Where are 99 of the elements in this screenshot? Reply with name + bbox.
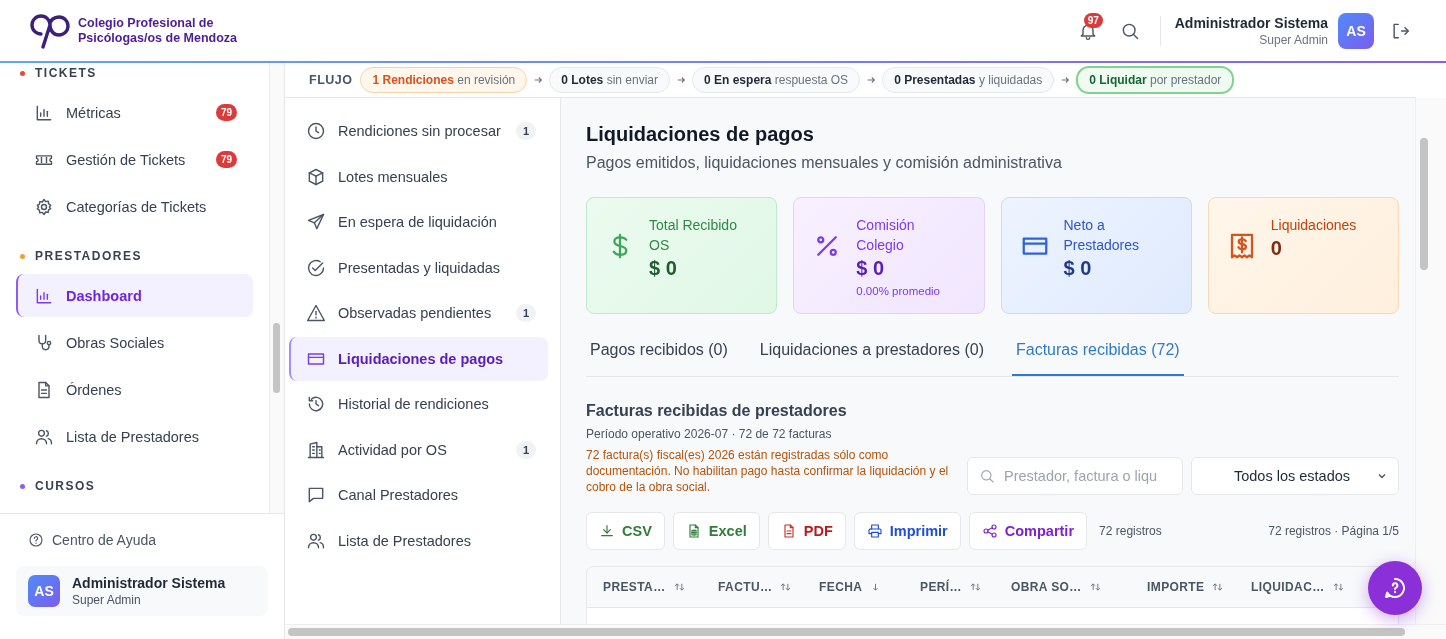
count-badge: 79 <box>215 104 237 121</box>
column-header[interactable]: FECHA <box>819 580 920 594</box>
warning-icon <box>306 303 326 323</box>
page-subtitle: Pagos emitidos, liquidaciones mensuales y comisión administrativa <box>586 154 1063 172</box>
send-icon <box>306 212 326 232</box>
count-badge: 1 <box>515 440 536 459</box>
flow-step[interactable]: 0 Liquidar por prestador <box>1076 66 1235 94</box>
tab[interactable]: Facturas recibidas (72) <box>1012 331 1184 376</box>
building-icon <box>306 439 326 460</box>
pagination-text: 72 registros · Página 1/5 <box>1268 524 1399 538</box>
share-icon <box>981 523 998 539</box>
stat-value: 0 <box>1270 237 1283 260</box>
help-link[interactable]: Centro de Ayuda <box>16 528 169 552</box>
scrollbar-thumb[interactable] <box>273 323 280 393</box>
stat-label: Liquidaciones <box>1270 216 1357 235</box>
user-role: Super Admin <box>72 593 142 607</box>
printer-icon <box>866 523 883 539</box>
stat-label: Comisión Colegio <box>856 216 916 255</box>
subnav-item[interactable]: Presentadas y liquidadas <box>289 245 548 290</box>
subnav-item[interactable]: Lotes mensuales <box>289 154 548 199</box>
user-avatar: AS <box>28 575 60 607</box>
box-icon <box>306 166 326 187</box>
scrollbar-thumb[interactable] <box>288 628 1405 636</box>
sidebar-item[interactable]: Órdenes <box>16 368 253 411</box>
count-badge: 1 <box>515 122 536 140</box>
export-button[interactable]: Excel <box>672 512 760 550</box>
stat-label: Total Recibido OS <box>649 216 738 255</box>
scrollbar-thumb[interactable] <box>1420 138 1428 270</box>
user-avatar[interactable]: AS <box>1338 12 1374 49</box>
user-name: Administrador Sistema <box>72 575 226 591</box>
sidebar-item[interactable]: Dashboard <box>16 274 253 317</box>
check-circle-icon <box>306 257 326 278</box>
sidebar-item[interactable]: Categorías de Tickets <box>16 185 253 228</box>
warning-text: 72 factura(s) fiscal(es) 2026 están registradas sólo como documentación. No habilitan pago hasta confirmar la liquidación y el cobro de la obra social. <box>586 447 950 495</box>
stat-note: 0.00% promedio <box>856 285 941 297</box>
flow-label: FLUJO <box>309 73 353 87</box>
tab[interactable]: Pagos recibidos (0) <box>586 331 732 376</box>
column-header[interactable]: PERÍ… <box>920 580 1011 594</box>
count-badge: 1 <box>515 304 536 322</box>
subnav-item[interactable]: Actividad por OS 1 <box>289 427 548 472</box>
arrow-icon <box>866 75 877 85</box>
search-icon <box>979 468 995 484</box>
column-header[interactable]: IMPORTE <box>1147 580 1251 594</box>
arrow-icon <box>1060 75 1071 85</box>
sidebar-item[interactable]: Métricas 79 <box>16 91 253 134</box>
sidebar-item[interactable]: Obras Sociales <box>16 321 253 364</box>
section-title: Facturas recibidas de prestadores <box>586 402 848 420</box>
export-button[interactable]: CSV <box>586 512 665 550</box>
sidebar-item[interactable]: Gestión de Tickets 79 <box>16 138 253 181</box>
subnav-item[interactable]: Rendiciones sin procesar 1 <box>289 109 548 153</box>
download-icon <box>599 523 615 539</box>
history-icon <box>306 394 326 414</box>
flow-step[interactable]: 0 En espera respuesta OS <box>692 67 861 93</box>
section-title: PRESTADORES <box>35 249 142 263</box>
stat-value: $ 0 <box>1063 257 1093 280</box>
subnav-item[interactable]: En espera de liquidación <box>289 200 548 244</box>
user-card[interactable]: AS Administrador Sistema Super Admin <box>16 566 268 616</box>
subnav-item[interactable]: Canal Prestadores <box>289 473 548 517</box>
export-button[interactable]: Compartir <box>968 512 1088 550</box>
arrow-icon <box>533 75 544 85</box>
stat-label: Neto a Prestadores <box>1063 216 1140 255</box>
help-icon <box>28 532 44 548</box>
logo-icon <box>30 12 70 49</box>
clock-icon <box>306 121 326 141</box>
stat-value: $ 0 <box>856 257 886 280</box>
stat-value: $ 0 <box>649 257 678 280</box>
section-title: TICKETS <box>35 66 97 80</box>
brand-name: Psicólogas/os de Mendoza <box>78 30 238 46</box>
user-role: Super Admin <box>1259 32 1328 47</box>
section-title: CURSOS <box>35 479 96 493</box>
search-field[interactable]: Prestador, factura o liqu <box>967 457 1183 495</box>
column-header[interactable]: OBRA SO… <box>1011 580 1147 594</box>
notification-badge: 97 <box>1083 12 1103 28</box>
subnav-item[interactable]: Liquidaciones de pagos <box>289 336 548 381</box>
status-dropdown[interactable]: Todos los estados <box>1191 457 1399 495</box>
subnav-item[interactable]: Historial de rendiciones <box>289 382 548 426</box>
flow-step[interactable]: 1 Rendiciones en revisión <box>360 67 528 93</box>
subnav-item[interactable]: Observadas pendientes 1 <box>289 291 548 335</box>
column-header[interactable]: FACTU… <box>718 580 819 594</box>
user-name: Administrador Sistema <box>1174 14 1328 31</box>
record-count: 72 registros <box>1099 524 1163 538</box>
period-text: Período operativo 2026-07 · 72 de 72 facturas <box>586 427 833 441</box>
flow-step[interactable]: 0 Lotes sin enviar <box>549 67 670 93</box>
tab[interactable]: Liquidaciones a prestadores (0) <box>755 331 988 376</box>
brand-name: Colegio Profesional de <box>78 15 215 31</box>
column-header[interactable]: LIQUIDAC… <box>1251 580 1344 594</box>
arrow-icon <box>676 75 686 85</box>
gear-icon <box>34 196 54 217</box>
export-button[interactable]: PDF <box>767 512 846 550</box>
sidebar-item[interactable]: Lista de Prestadores <box>16 415 253 458</box>
chat-icon <box>306 485 326 505</box>
notifications-button[interactable]: 97 <box>1071 14 1104 47</box>
page-title: Liquidaciones de pagos <box>586 123 815 146</box>
subnav-item[interactable]: Lista de Prestadores <box>289 518 548 563</box>
flow-step[interactable]: 0 Presentadas y liquidadas <box>882 67 1055 93</box>
export-button[interactable]: Imprimir <box>853 512 961 550</box>
column-header[interactable]: PRESTA… <box>603 580 718 594</box>
help-chat-icon <box>1383 576 1407 600</box>
count-badge: 79 <box>215 151 237 168</box>
